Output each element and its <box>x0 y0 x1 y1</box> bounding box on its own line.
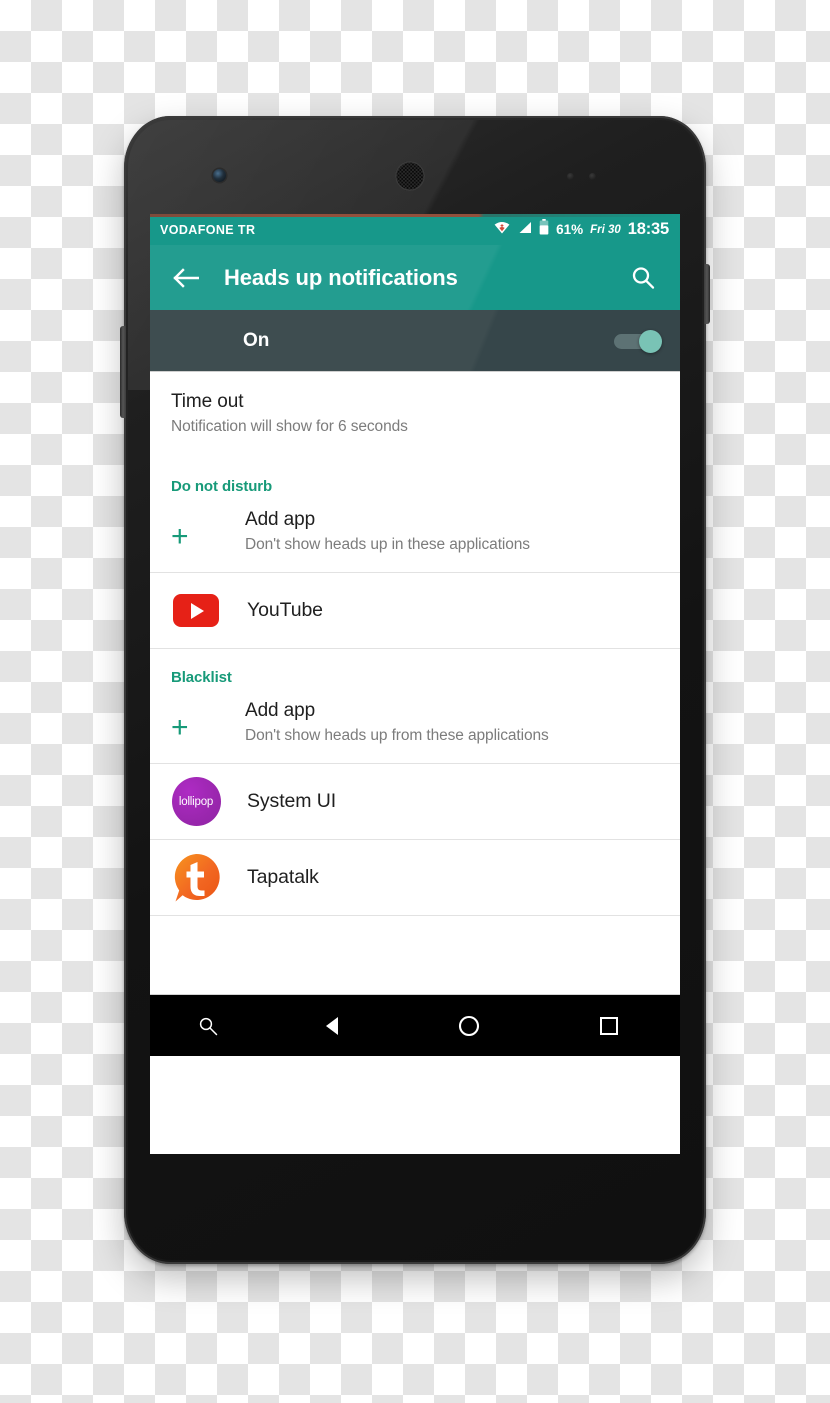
navigation-bar <box>150 994 680 1056</box>
app-row-tapatalk[interactable]: Tapatalk <box>150 840 680 915</box>
app-icon-slot <box>170 852 222 904</box>
play-triangle-icon <box>191 602 204 619</box>
nav-recents-button[interactable] <box>537 1015 680 1037</box>
master-switch-label: On <box>243 329 270 351</box>
status-bar: VODAFONE TR 61% Fri 30 18:35 <box>150 214 680 245</box>
proximity-sensor-icon <box>567 173 574 180</box>
volume-rocker-button[interactable] <box>120 326 126 418</box>
back-button[interactable] <box>166 258 206 298</box>
battery-percent-label: 61% <box>556 222 584 237</box>
nav-back-button[interactable] <box>266 1014 402 1038</box>
section-header-blacklist: Blacklist <box>171 669 232 686</box>
search-button[interactable] <box>624 259 662 297</box>
status-time-label: 18:35 <box>627 220 669 238</box>
battery-icon <box>539 219 549 240</box>
home-circle-icon <box>459 1015 480 1036</box>
recents-square-icon <box>599 1016 618 1035</box>
timeout-title: Time out <box>171 391 244 412</box>
nav-search-button[interactable] <box>150 1016 266 1036</box>
app-name-label: Tapatalk <box>247 866 319 888</box>
app-icon-slot <box>170 585 222 637</box>
front-camera-icon <box>213 169 226 182</box>
app-row-system-ui[interactable]: lollipop System UI <box>150 764 680 839</box>
app-bar: Heads up notifications <box>150 245 680 310</box>
search-icon <box>632 266 655 289</box>
youtube-icon <box>173 594 219 627</box>
add-app-subtitle: Don't show heads up in these application… <box>245 536 530 553</box>
app-icon-slot: lollipop <box>170 776 222 828</box>
timeout-setting-row[interactable]: Time out Notification will show for 6 se… <box>150 372 680 458</box>
back-arrow-icon <box>173 267 199 288</box>
add-app-text-group: Add app Don't show heads up in these app… <box>245 509 530 554</box>
lollipop-icon: lollipop <box>171 777 221 826</box>
lollipop-icon-label: lollipop <box>178 795 214 808</box>
list-empty-space <box>150 916 680 994</box>
carrier-label: VODAFONE TR <box>160 222 256 237</box>
settings-list: Time out Notification will show for 6 se… <box>150 372 680 994</box>
add-app-text-group: Add app Don't show heads up from these a… <box>245 700 549 745</box>
power-button[interactable] <box>704 264 710 324</box>
earpiece-speaker-icon <box>395 161 425 191</box>
section-header-do-not-disturb: Do not disturb <box>171 478 273 495</box>
add-app-row-do-not-disturb[interactable]: + Add app Don't show heads up in these a… <box>150 497 680 572</box>
plus-icon: + <box>171 520 189 553</box>
switch-thumb <box>639 329 662 353</box>
timeout-subtitle: Notification will show for 6 seconds <box>171 418 408 435</box>
signal-icon <box>517 221 532 239</box>
light-sensor-icon <box>589 173 596 180</box>
add-app-title: Add app <box>245 509 316 530</box>
phone-screen: VODAFONE TR 61% Fri 30 18:35 Heads up no… <box>150 214 680 1154</box>
search-icon <box>199 1017 217 1035</box>
back-triangle-icon <box>326 1016 339 1035</box>
page-title: Heads up notifications <box>224 264 458 290</box>
plus-icon: + <box>171 711 189 744</box>
tapatalk-icon <box>174 853 220 901</box>
add-app-title: Add app <box>245 700 316 721</box>
add-app-row-blacklist[interactable]: + Add app Don't show heads up from these… <box>150 688 680 763</box>
app-name-label: System UI <box>247 790 337 812</box>
wifi-icon <box>494 221 510 239</box>
nav-home-button[interactable] <box>401 1014 537 1038</box>
phone-device: VODAFONE TR 61% Fri 30 18:35 Heads up no… <box>120 116 710 1264</box>
status-bar-indicators: 61% Fri 30 18:35 <box>494 219 669 240</box>
add-app-subtitle: Don't show heads up from these applicati… <box>245 727 549 744</box>
master-switch-toggle[interactable] <box>614 329 662 353</box>
app-row-youtube[interactable]: YouTube <box>150 573 680 648</box>
status-date-label: Fri 30 <box>590 223 621 236</box>
app-name-label: YouTube <box>247 599 323 621</box>
master-switch-row[interactable]: On <box>150 310 680 372</box>
